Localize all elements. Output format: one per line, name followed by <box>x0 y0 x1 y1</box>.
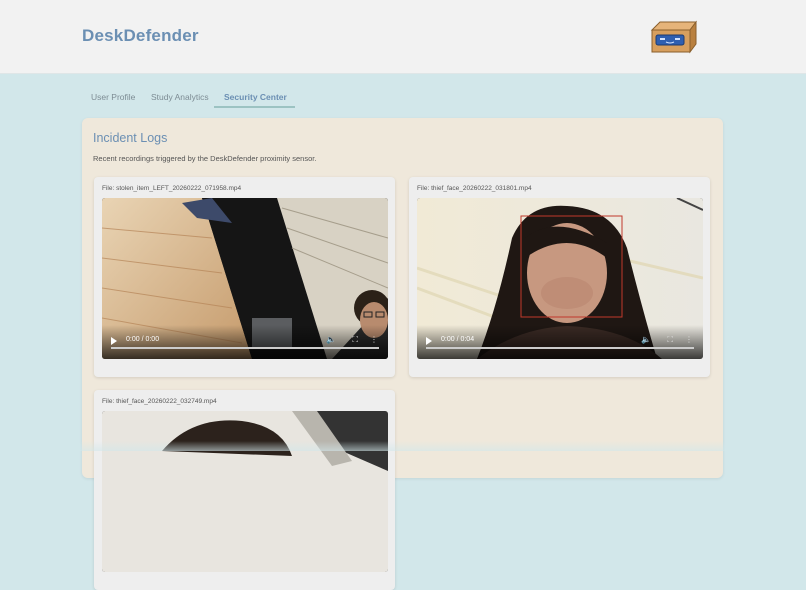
incident-logs-panel: Incident Logs Recent recordings triggere… <box>82 118 723 590</box>
robot-box-icon <box>650 20 697 54</box>
tab-label: Study Analytics <box>151 92 209 102</box>
volume-icon[interactable]: 🔈 <box>326 335 336 344</box>
video-player[interactable] <box>102 411 388 572</box>
tab-user-profile[interactable]: User Profile <box>91 86 135 106</box>
recording-card: File: thief_face_20260222_032749.mp4 <box>94 390 395 590</box>
app-brand: DeskDefender <box>82 26 199 45</box>
recording-card: File: stolen_item_LEFT_20260222_071958.m… <box>94 177 395 377</box>
recording-filename: File: thief_face_20260222_032749.mp4 <box>102 398 217 405</box>
play-icon[interactable] <box>426 337 432 345</box>
active-tab-indicator <box>214 106 295 108</box>
recording-filename: File: thief_face_20260222_031801.mp4 <box>417 185 532 192</box>
more-options-icon[interactable]: ⋮ <box>370 335 378 344</box>
fullscreen-icon[interactable]: ⛶ <box>352 335 358 345</box>
video-frame-third <box>102 411 388 572</box>
top-header: DeskDefender <box>0 0 806 74</box>
tab-label: Security Center <box>224 92 287 102</box>
tab-security-center[interactable]: Security Center <box>214 86 295 108</box>
tab-label: User Profile <box>91 92 136 102</box>
more-options-icon[interactable]: ⋮ <box>685 335 693 344</box>
video-progress-bar[interactable] <box>111 347 379 349</box>
recording-filename: File: stolen_item_LEFT_20260222_071958.m… <box>102 185 242 192</box>
video-time: 0:00 / 0:00 <box>126 336 160 343</box>
scroll-fade <box>0 441 806 451</box>
video-time: 0:00 / 0:04 <box>441 336 475 343</box>
play-icon[interactable] <box>111 337 117 345</box>
tab-study-analytics[interactable]: Study Analytics <box>151 86 209 106</box>
video-controls: 0:00 / 0:04 🔈 ⛶ ⋮ <box>417 325 703 359</box>
fullscreen-icon[interactable]: ⛶ <box>667 335 673 345</box>
recording-card: File: thief_face_20260222_031801.mp4 0:0… <box>409 177 710 377</box>
video-progress-bar[interactable] <box>426 347 694 349</box>
panel-description: Recent recordings triggered by the DeskD… <box>93 154 317 163</box>
video-player[interactable]: 0:00 / 0:00 🔈 ⛶ ⋮ <box>102 198 388 359</box>
video-controls: 0:00 / 0:00 🔈 ⛶ ⋮ <box>102 325 388 359</box>
volume-icon[interactable]: 🔈 <box>641 335 651 344</box>
video-player[interactable]: 0:00 / 0:04 🔈 ⛶ ⋮ <box>417 198 703 359</box>
panel-title: Incident Logs <box>93 131 168 145</box>
